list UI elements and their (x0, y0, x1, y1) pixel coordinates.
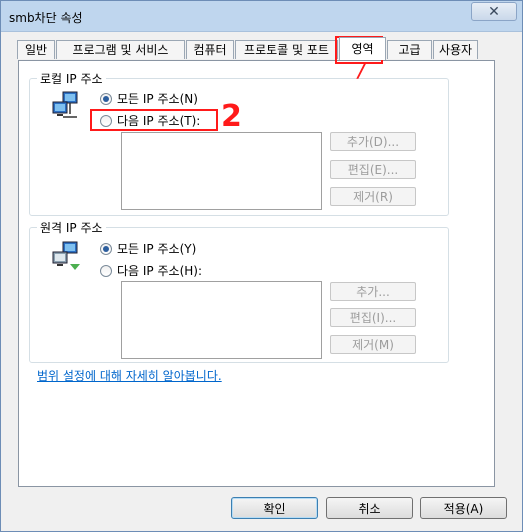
ok-button[interactable]: 확인 (231, 497, 318, 519)
remote-ip-list[interactable] (121, 281, 322, 359)
local-ip-group-title: 로컬 IP 주소 (37, 70, 106, 87)
remote-ip-group: 원격 IP 주소 모든 IP 주소(Y) 다음 IP 주소(H): 추가... … (29, 219, 449, 363)
tab-general[interactable]: 일반 (17, 40, 55, 59)
network-computers-icon (52, 91, 78, 118)
scope-help-link[interactable]: 범위 설정에 대해 자세히 알아봅니다. (37, 367, 222, 384)
apply-button[interactable]: 적용(A) (420, 497, 507, 519)
window-title: smb차단 속성 (9, 11, 83, 25)
title-bar[interactable]: smb차단 속성 ✕ (1, 1, 522, 32)
local-remove-button[interactable]: 제거(R) (330, 187, 416, 206)
remote-ip-group-title: 원격 IP 주소 (37, 219, 106, 236)
tab-protocols-ports[interactable]: 프로토콜 및 포트 (235, 40, 338, 59)
local-ip-list[interactable] (121, 132, 322, 210)
local-edit-button[interactable]: 편집(E)... (330, 160, 416, 179)
local-any-ip-option[interactable]: 모든 IP 주소(N) (100, 90, 198, 107)
remote-add-button[interactable]: 추가... (330, 282, 416, 301)
tab-scope[interactable]: 영역 (339, 37, 386, 60)
local-any-label: 모든 IP 주소(N) (117, 92, 198, 106)
cancel-button[interactable]: 취소 (326, 497, 413, 519)
tab-computers[interactable]: 컴퓨터 (186, 40, 234, 59)
remote-these-radio[interactable] (100, 264, 112, 277)
remote-any-ip-option[interactable]: 모든 IP 주소(Y) (100, 240, 196, 257)
remote-any-label: 모든 IP 주소(Y) (117, 242, 197, 256)
tab-users[interactable]: 사용자 (433, 40, 478, 59)
tab-programs-services[interactable]: 프로그램 및 서비스 (56, 40, 185, 59)
close-button[interactable]: ✕ (471, 2, 517, 21)
remote-remove-button[interactable]: 제거(M) (330, 335, 416, 354)
tab-advanced[interactable]: 고급 (387, 40, 432, 59)
network-computers-icon (52, 241, 80, 270)
remote-edit-button[interactable]: 편집(I)... (330, 308, 416, 327)
dialog-window: smb차단 속성 ✕ 일반 프로그램 및 서비스 컴퓨터 프로토콜 및 포트 영… (0, 0, 523, 532)
remote-these-ip-option[interactable]: 다음 IP 주소(H): (100, 262, 202, 279)
remote-these-label: 다음 IP 주소(H): (117, 264, 202, 278)
close-icon: ✕ (488, 3, 500, 20)
annotation-box-option (90, 109, 218, 131)
remote-any-radio[interactable] (100, 242, 112, 255)
annotation-mark-2: 2 (221, 99, 242, 134)
local-any-radio[interactable] (100, 92, 112, 105)
local-add-button[interactable]: 추가(D)... (330, 132, 416, 151)
annotation-mark-1: / (358, 61, 365, 82)
